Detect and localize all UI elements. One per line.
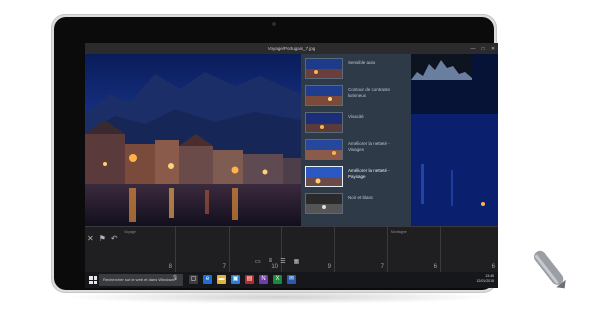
list-icon[interactable]: ☰	[280, 258, 285, 265]
filmstrip-cell[interactable]: Montagne 6	[388, 227, 441, 273]
task-view-icon[interactable]: ▢	[189, 275, 198, 284]
onenote-icon[interactable]: N	[259, 275, 268, 284]
excel-icon[interactable]: X	[273, 275, 282, 284]
flag-icon[interactable]: ⚑	[99, 234, 106, 243]
filter-thumbnail	[305, 112, 343, 133]
front-camera	[272, 22, 276, 26]
filter-label: Noir et blanc	[348, 195, 374, 200]
filmstrip-cell[interactable]: 9	[282, 227, 335, 273]
window-controls: — □ ✕	[470, 43, 496, 54]
filter-item-selected[interactable]: Améliorer la netteté - Paysage	[305, 164, 407, 189]
night-town-photo	[85, 54, 301, 226]
surface-pen	[530, 247, 571, 293]
filmstrip-cell[interactable]: 7	[335, 227, 388, 273]
filter-item[interactable]: Améliorer la netteté - Visages	[305, 137, 407, 162]
taskbar-search-input[interactable]: Rechercher sur le web et dans Windows	[99, 274, 183, 286]
edge-icon[interactable]: e	[203, 275, 212, 284]
undo-icon[interactable]: ↶	[111, 234, 118, 243]
filmstrip-cell[interactable]: 10	[230, 227, 282, 273]
filter-item[interactable]: Contour de contraste lumineux	[305, 83, 407, 108]
view-toolbar: ▭ ≡ ☰ ▦	[255, 258, 299, 265]
store-icon[interactable]: ▣	[231, 275, 240, 284]
edit-filters-panel: Sensible auto Contour de contraste lumin…	[301, 54, 411, 226]
system-tray[interactable]: 13:45 12/01/2015	[476, 274, 494, 284]
maximize-button[interactable]: □	[480, 46, 486, 52]
filmstrip-tools: ✕ ⚑ ↶	[87, 234, 118, 243]
mail-icon[interactable]: ✉	[287, 275, 296, 284]
filter-thumbnail	[305, 139, 343, 160]
screen: Voyage/Portugais_7.jpg — □ ✕ Sensible au…	[85, 43, 498, 288]
filter-thumbnail	[305, 58, 343, 79]
filmstrip-cell[interactable]: 6	[441, 227, 498, 273]
filter-item[interactable]: Noir et blanc	[305, 191, 407, 216]
tray-date: 12/01/2015	[476, 279, 494, 283]
windows-start-icon[interactable]	[89, 276, 97, 284]
grid-icon[interactable]: ▦	[294, 258, 300, 265]
title-bar: Voyage/Portugais_7.jpg — □ ✕	[85, 43, 498, 54]
taskbar-apps: ▢ e ▬ ▣ ▤ N X ✉	[189, 275, 296, 284]
photos-app-icon[interactable]: ▤	[245, 275, 254, 284]
tablet-bezel: Voyage/Portugais_7.jpg — □ ✕ Sensible au…	[54, 17, 498, 290]
microphone-icon[interactable]: 🎙︎	[172, 275, 178, 281]
filmstrip: ✕ ⚑ ↶ Voyage 8 7 10 9 7 Montagne 6 6 ▭ ≡…	[85, 226, 498, 273]
filter-label: Améliorer la netteté - Visages	[348, 141, 390, 152]
filter-item[interactable]: Vivacité	[305, 110, 407, 135]
folder-icon[interactable]: ▬	[217, 275, 226, 284]
filter-item[interactable]: Sensible auto	[305, 56, 407, 81]
minimize-button[interactable]: —	[470, 46, 476, 52]
windows-taskbar: Rechercher sur le web et dans Windows 🎙︎…	[85, 272, 498, 288]
close-icon[interactable]: ✕	[87, 234, 94, 243]
filter-label: Contour de contraste lumineux	[348, 87, 391, 98]
filmstrip-cell[interactable]: Voyage 8	[121, 227, 176, 273]
filter-thumbnail	[305, 166, 343, 187]
filmstrip-cell[interactable]: 7	[176, 227, 230, 273]
filter-label: Sensible auto	[348, 60, 376, 65]
surface-tablet: Voyage/Portugais_7.jpg — □ ✕ Sensible au…	[51, 14, 498, 293]
window-title: Voyage/Portugais_7.jpg	[267, 46, 316, 51]
filter-thumbnail	[305, 85, 343, 106]
filter-label: Améliorer la netteté - Paysage	[348, 168, 390, 179]
main-photo[interactable]	[85, 54, 301, 226]
layers-icon[interactable]: ≡	[269, 258, 273, 265]
close-button[interactable]: ✕	[490, 46, 496, 52]
monitor-icon[interactable]: ▭	[255, 258, 261, 265]
filter-thumbnail	[305, 193, 343, 214]
filter-label: Vivacité	[348, 114, 364, 119]
histogram	[411, 54, 472, 80]
